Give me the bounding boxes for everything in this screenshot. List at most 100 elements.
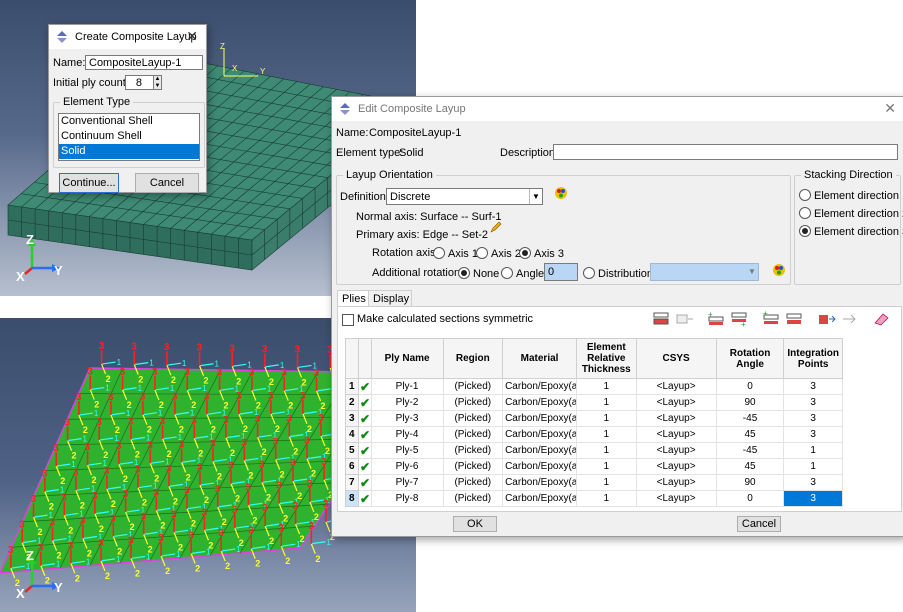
header-integration-points[interactable]: Integration Points <box>783 338 843 379</box>
region-cell[interactable]: (Picked) <box>442 426 504 443</box>
radio-axis-1[interactable]: Axis 1 <box>433 247 478 260</box>
add-row-above-icon[interactable]: + <box>706 311 726 327</box>
chevron-down-icon[interactable]: ▼ <box>746 264 758 280</box>
integration-points-cell[interactable]: 1 <box>783 458 843 475</box>
ply-name-cell[interactable]: Ply-2 <box>370 394 444 411</box>
radio-axis-3[interactable]: Axis 3 <box>519 247 564 260</box>
csys-cell[interactable]: <Layup> <box>635 490 717 507</box>
rotation-angle-cell[interactable]: -45 <box>715 442 785 459</box>
cancel-button[interactable]: Cancel <box>737 516 781 532</box>
color-palette-icon[interactable] <box>554 186 568 200</box>
thickness-cell[interactable]: 1 <box>576 458 637 475</box>
active-check-icon[interactable]: ✔ <box>358 474 372 491</box>
move-row-icon[interactable] <box>816 311 836 327</box>
integration-points-cell[interactable]: 3 <box>783 426 843 443</box>
material-cell[interactable]: Carbon/Epoxy(a) <box>502 474 577 491</box>
description-input[interactable] <box>553 144 898 160</box>
list-item-solid[interactable]: Solid <box>59 144 199 159</box>
element-type-list[interactable]: Conventional Shell Continuum Shell Solid <box>58 113 200 161</box>
radio-none[interactable]: None <box>458 267 499 280</box>
active-check-icon[interactable]: ✔ <box>358 378 372 395</box>
radio-button[interactable] <box>799 189 811 201</box>
rotation-angle-cell[interactable]: -45 <box>715 410 785 427</box>
row-number[interactable]: 1 <box>344 378 360 395</box>
thickness-cell[interactable]: 1 <box>576 490 637 507</box>
thickness-cell[interactable]: 1 <box>576 474 637 491</box>
material-cell[interactable]: Carbon/Epoxy(a) <box>502 394 577 411</box>
table-row[interactable]: 6 ✔ Ply-6 (Picked) Carbon/Epoxy(a) 1 <Layup> 45… <box>344 458 843 475</box>
close-icon[interactable]: ✕ <box>884 101 896 115</box>
radio-button[interactable] <box>519 247 531 259</box>
radio-button[interactable] <box>433 247 445 259</box>
header-ply-name[interactable]: Ply Name <box>370 338 444 379</box>
csys-cell[interactable]: <Layup> <box>635 474 717 491</box>
region-cell[interactable]: (Picked) <box>442 458 504 475</box>
row-number[interactable]: 4 <box>344 426 360 443</box>
radio-axis-2[interactable]: Axis 2 <box>476 247 521 260</box>
name-input[interactable]: CompositeLayup-1 <box>85 55 203 70</box>
rotation-angle-cell[interactable]: 0 <box>715 378 785 395</box>
region-cell[interactable]: (Picked) <box>442 474 504 491</box>
csys-cell[interactable]: <Layup> <box>635 394 717 411</box>
active-check-icon[interactable]: ✔ <box>358 410 372 427</box>
move-row-down-icon[interactable] <box>839 311 859 327</box>
copy-row-icon[interactable]: + <box>761 311 781 327</box>
list-item-conventional-shell[interactable]: Conventional Shell <box>59 114 199 129</box>
table-row[interactable]: 1 ✔ Ply-1 (Picked) Carbon/Epoxy(a) 1 <Layup> 0 3 <box>344 378 843 395</box>
thickness-cell[interactable]: 1 <box>576 378 637 395</box>
radio-button[interactable] <box>476 247 488 259</box>
radio-button[interactable] <box>458 267 470 279</box>
integration-points-cell[interactable]: 3 <box>783 410 843 427</box>
header-region[interactable]: Region <box>442 338 504 379</box>
material-cell[interactable]: Carbon/Epoxy(a) <box>502 426 577 443</box>
angle-input[interactable]: 0 <box>544 263 578 281</box>
active-check-icon[interactable]: ✔ <box>358 490 372 507</box>
table-row[interactable]: 3 ✔ Ply-3 (Picked) Carbon/Epoxy(a) 1 <Layup> -4… <box>344 410 843 427</box>
rotation-angle-cell[interactable]: 90 <box>715 474 785 491</box>
integration-points-cell[interactable]: 1 <box>783 442 843 459</box>
material-cell[interactable]: Carbon/Epoxy(a) <box>502 378 577 395</box>
insert-row-before-icon[interactable] <box>651 311 671 327</box>
table-row[interactable]: 2 ✔ Ply-2 (Picked) Carbon/Epoxy(a) 1 <Layup> 90… <box>344 394 843 411</box>
thickness-cell[interactable]: 1 <box>576 426 637 443</box>
radio-distribution[interactable]: Distribution: <box>583 267 656 280</box>
region-cell[interactable]: (Picked) <box>442 410 504 427</box>
symmetric-checkbox[interactable] <box>342 314 354 326</box>
tab-display[interactable]: Display <box>368 290 412 307</box>
distribution-select[interactable]: ▼ <box>650 263 759 281</box>
radio-element-direction-1[interactable]: Element direction 1 <box>799 189 903 202</box>
ok-button[interactable]: OK <box>453 516 497 532</box>
active-check-icon[interactable]: ✔ <box>358 426 372 443</box>
ply-count-spinner[interactable]: ▲ ▼ <box>153 75 162 90</box>
table-row[interactable]: 8 ✔ Ply-8 (Picked) Carbon/Epoxy(a) 1 <Layup> 0 3 <box>344 490 843 507</box>
list-item-continuum-shell[interactable]: Continuum Shell <box>59 129 199 144</box>
plies-table[interactable]: Ply Name Region Material Element Relativ… <box>344 338 843 507</box>
rotation-angle-cell[interactable]: 90 <box>715 394 785 411</box>
table-row[interactable]: 7 ✔ Ply-7 (Picked) Carbon/Epoxy(a) 1 <Layup> 90… <box>344 474 843 491</box>
region-cell[interactable]: (Picked) <box>442 394 504 411</box>
row-number[interactable]: 5 <box>344 442 360 459</box>
eraser-icon[interactable] <box>871 311 891 327</box>
thickness-cell[interactable]: 1 <box>576 394 637 411</box>
row-number[interactable]: 3 <box>344 410 360 427</box>
csys-cell[interactable]: <Layup> <box>635 378 717 395</box>
radio-angle[interactable]: Angle: <box>501 267 547 280</box>
color-palette-icon[interactable] <box>772 263 786 277</box>
csys-cell[interactable]: <Layup> <box>635 426 717 443</box>
row-number[interactable]: 2 <box>344 394 360 411</box>
active-check-icon[interactable]: ✔ <box>358 458 372 475</box>
integration-points-cell[interactable]: 3 <box>783 378 843 395</box>
ply-name-cell[interactable]: Ply-3 <box>370 410 444 427</box>
row-number[interactable]: 8 <box>344 490 360 507</box>
active-check-icon[interactable]: ✔ <box>358 442 372 459</box>
ply-name-cell[interactable]: Ply-5 <box>370 442 444 459</box>
pencil-icon[interactable] <box>490 221 502 233</box>
material-cell[interactable]: Carbon/Epoxy(a) <box>502 410 577 427</box>
material-cell[interactable]: Carbon/Epoxy(a) <box>502 442 577 459</box>
dialog-titlebar[interactable]: Edit Composite Layup ✕ <box>332 97 903 121</box>
ply-name-cell[interactable]: Ply-7 <box>370 474 444 491</box>
header-csys[interactable]: CSYS <box>635 338 717 379</box>
add-row-below-icon[interactable]: + <box>729 311 749 327</box>
csys-cell[interactable]: <Layup> <box>635 442 717 459</box>
integration-points-cell[interactable]: 3 <box>783 490 843 507</box>
